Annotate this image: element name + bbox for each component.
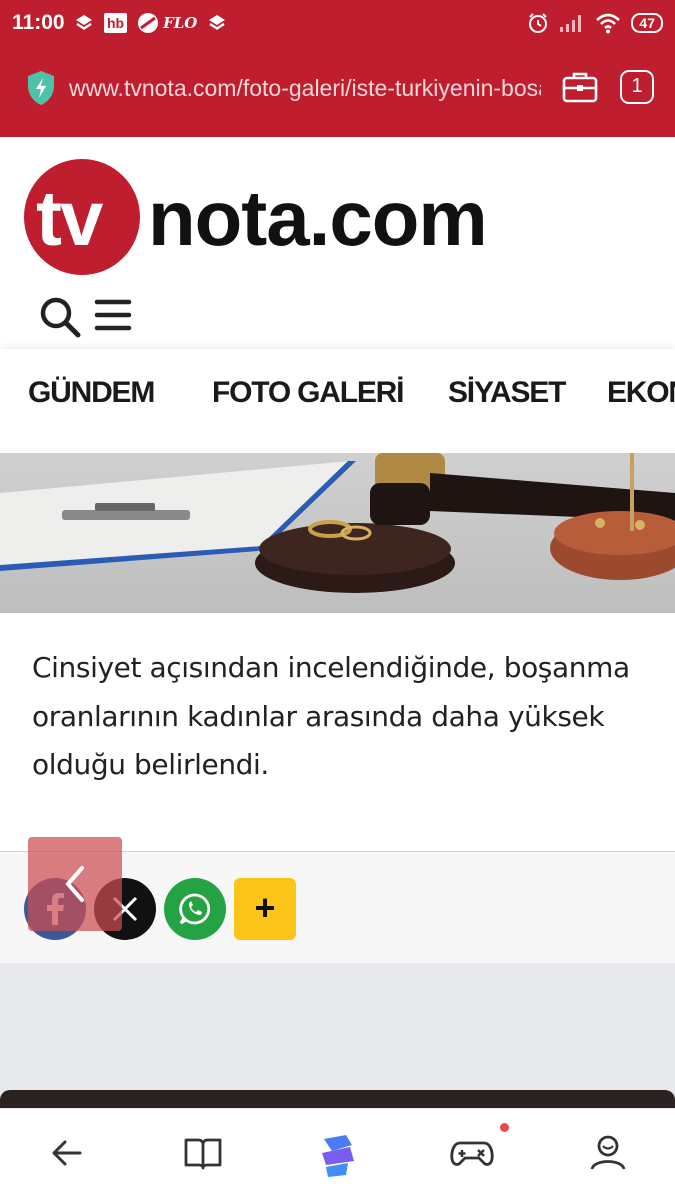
hb-icon: hb (104, 13, 128, 33)
browser-url-bar: www.tvnota.com/foto-galeri/iste-turkiyen… (0, 46, 675, 137)
notification-icons: hb FLO (74, 9, 227, 37)
wifi-icon (596, 13, 621, 34)
layers-icon (209, 15, 226, 30)
flo-label: FLO (163, 14, 198, 32)
flo-logo-icon (138, 13, 159, 33)
whatsapp-icon (179, 893, 211, 925)
notification-dot (500, 1123, 509, 1132)
category-foto-galeri[interactable]: FOTO GALERİ (212, 376, 404, 410)
signal-icon (560, 15, 582, 32)
battery-icon: 47 (631, 13, 663, 33)
back-arrow-icon[interactable] (50, 1133, 84, 1173)
briefcase-icon[interactable] (562, 70, 598, 104)
next-gallery-card[interactable] (0, 1090, 675, 1110)
logo-domain[interactable]: nota.com (148, 173, 488, 263)
hamburger-icon[interactable] (94, 298, 132, 332)
category-gundem[interactable]: GÜNDEM (28, 376, 155, 410)
tab-count-button[interactable]: 1 (620, 70, 654, 104)
logo-tv[interactable]: tv (36, 173, 103, 263)
status-bar: 11:00 hb FLO 47 (0, 0, 675, 46)
more-share-button[interactable]: + (234, 878, 296, 940)
search-icon[interactable] (38, 295, 82, 339)
site-header: tv nota.com (0, 137, 675, 349)
alarm-icon (529, 13, 548, 33)
chevron-left-icon (65, 866, 84, 902)
url-field[interactable]: www.tvnota.com/foto-galeri/iste-turkiyen… (69, 75, 541, 102)
browser-logo-icon[interactable] (316, 1133, 358, 1179)
ad-placeholder (0, 963, 675, 1103)
gavel-and-wedding-rings-photo (0, 453, 675, 613)
whatsapp-share-button[interactable] (164, 878, 226, 940)
article-paragraph: Cinsiyet açısından incelendiğinde, boşan… (32, 651, 630, 781)
gallery-back-button[interactable] (28, 837, 122, 931)
flo-icon: FLO (137, 12, 197, 34)
system-icons: 47 (527, 10, 663, 36)
book-icon[interactable] (183, 1133, 223, 1173)
gamepad-icon[interactable] (450, 1133, 494, 1173)
layers-icon (76, 15, 92, 30)
shield-bolt-icon[interactable] (26, 70, 56, 106)
category-ekonomi[interactable]: EKONOMİ (607, 376, 675, 410)
status-time: 11:00 (12, 11, 65, 34)
category-siyaset[interactable]: SİYASET (448, 376, 566, 410)
category-nav: GÜNDEM FOTO GALERİ SİYASET EKONOMİ (0, 349, 675, 453)
browser-bottom-nav (0, 1108, 675, 1200)
hero-image (0, 453, 675, 613)
profile-icon[interactable] (588, 1133, 628, 1173)
